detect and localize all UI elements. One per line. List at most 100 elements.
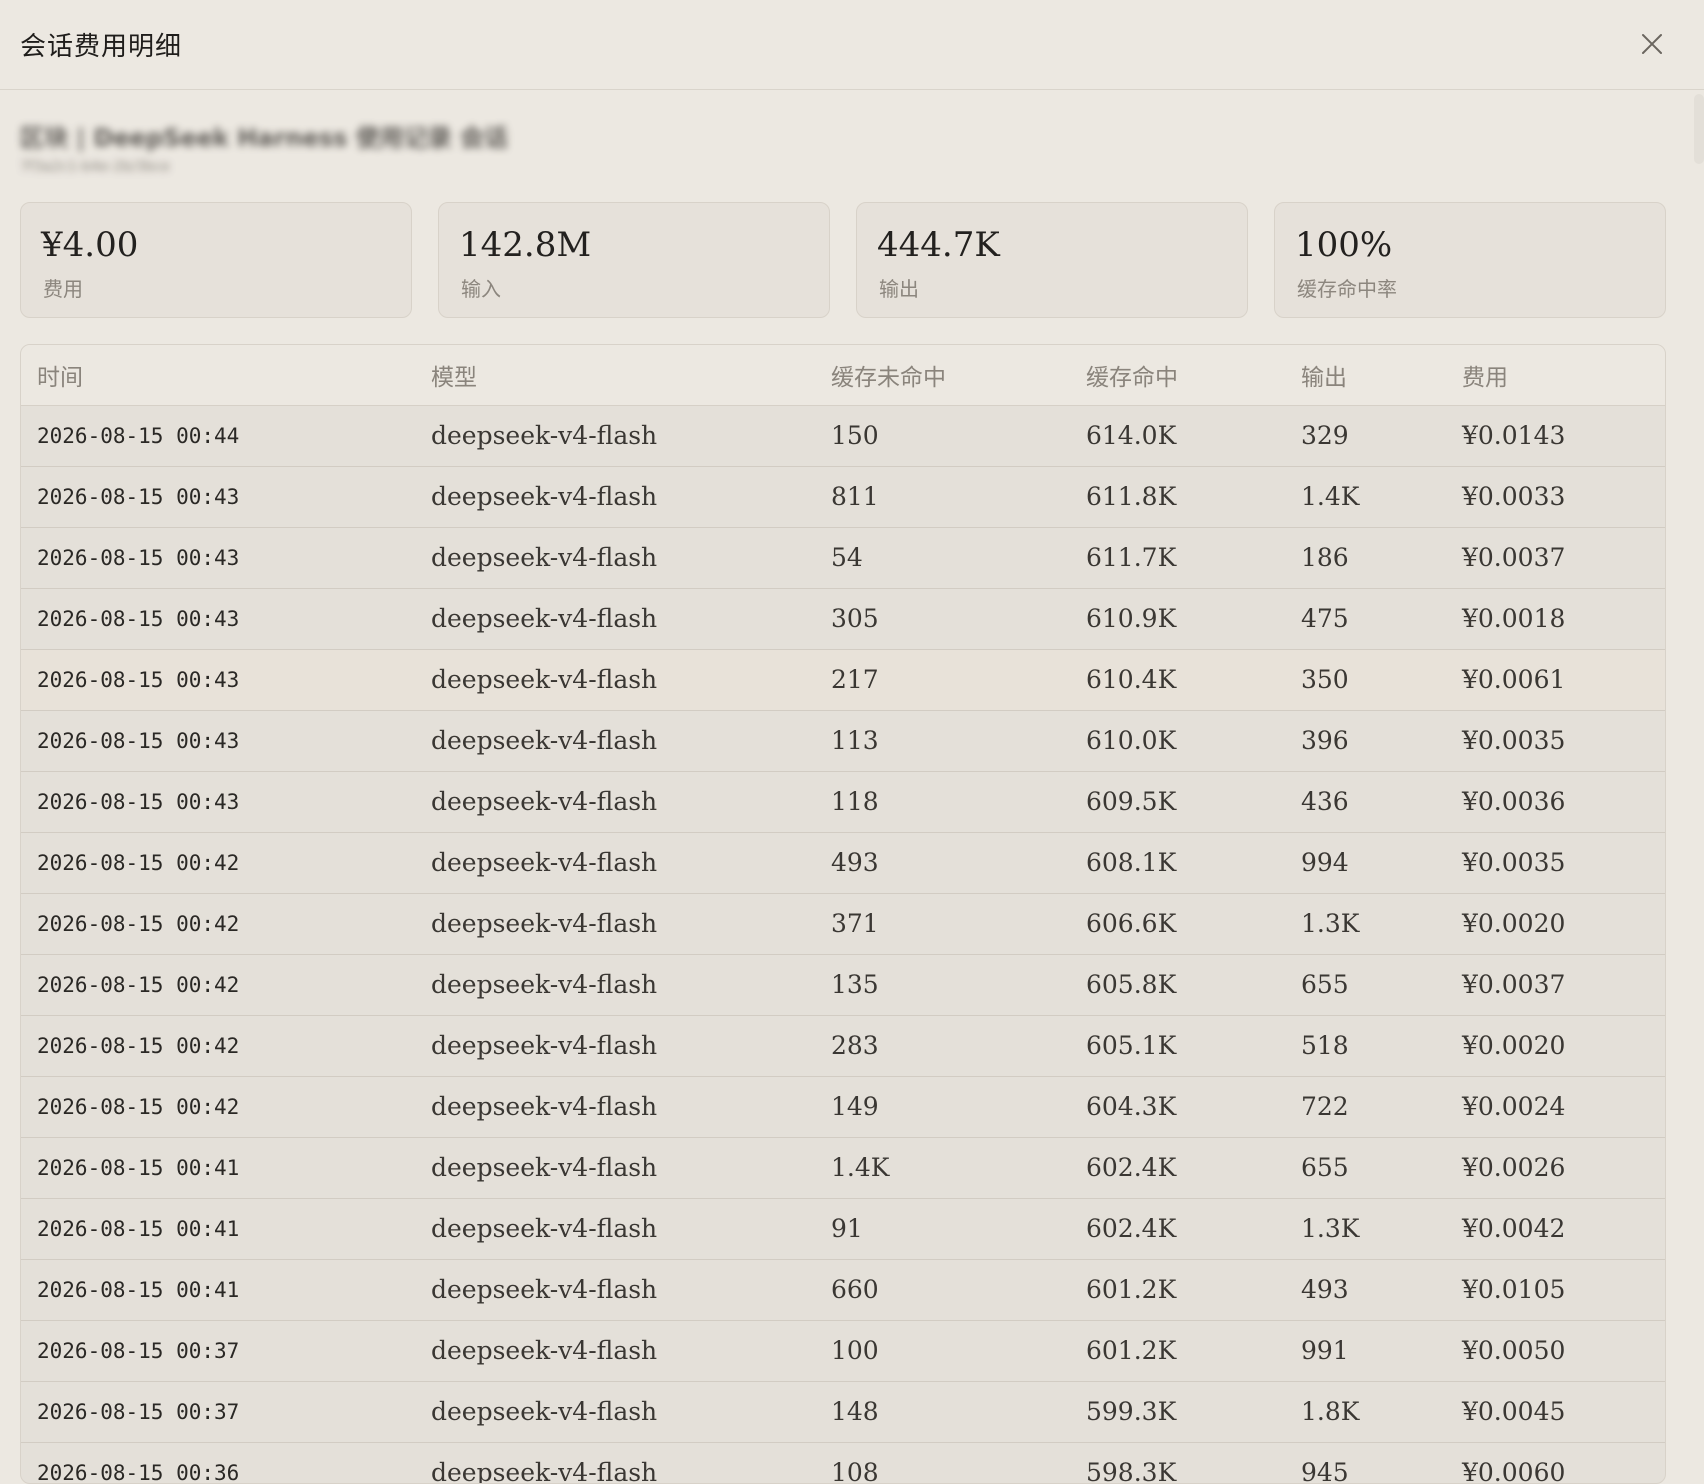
cell-cost: ¥0.0050 <box>1462 1320 1665 1382</box>
cell-model: deepseek-v4-flash <box>431 954 831 1016</box>
cell-cache-miss: 54 <box>831 527 1086 589</box>
cell-model: deepseek-v4-flash <box>431 710 831 772</box>
cell-time: 2026-08-15 00:42 <box>21 832 431 894</box>
table-row: 2026-08-15 00:42 deepseek-v4-flash 283 605.… <box>21 1015 1665 1077</box>
cell-output: 1.4K <box>1301 466 1462 528</box>
cell-cost: ¥0.0036 <box>1462 771 1665 833</box>
cell-cache-hit: 599.3K <box>1086 1381 1301 1443</box>
cell-time: 2026-08-15 00:43 <box>21 710 431 772</box>
cell-output: 655 <box>1301 954 1462 1016</box>
table-row: 2026-08-15 00:43 deepseek-v4-flash 54 611.7… <box>21 527 1665 589</box>
cell-output: 329 <box>1301 405 1462 467</box>
cell-model: deepseek-v4-flash <box>431 1076 831 1138</box>
cell-time: 2026-08-15 00:43 <box>21 771 431 833</box>
cell-cache-miss: 1.4K <box>831 1137 1086 1199</box>
dialog-header: 会话费用明细 <box>0 0 1704 90</box>
cell-cache-hit: 609.5K <box>1086 771 1301 833</box>
cell-time: 2026-08-15 00:41 <box>21 1259 431 1321</box>
cell-model: deepseek-v4-flash <box>431 1137 831 1199</box>
cell-cache-miss: 100 <box>831 1320 1086 1382</box>
cell-cache-hit: 598.3K <box>1086 1442 1301 1483</box>
cell-cost: ¥0.0026 <box>1462 1137 1665 1199</box>
column-header-cache-miss: 缓存未命中 <box>831 345 1086 406</box>
table-row: 2026-08-15 00:44 deepseek-v4-flash 150 614.… <box>21 405 1665 467</box>
cell-output: 1.8K <box>1301 1381 1462 1443</box>
cell-cache-hit: 611.8K <box>1086 466 1301 528</box>
cell-cost: ¥0.0060 <box>1462 1442 1665 1483</box>
session-subtitle: 7f3a2c1-b4e-2b/3bce <box>20 159 170 175</box>
cell-cache-hit: 610.4K <box>1086 649 1301 711</box>
cell-cost: ¥0.0042 <box>1462 1198 1665 1260</box>
table-row: 2026-08-15 00:36 deepseek-v4-flash 108 598.… <box>21 1442 1665 1483</box>
table-row: 2026-08-15 00:41 deepseek-v4-flash 660 601.… <box>21 1259 1665 1321</box>
stat-value: ¥4.00 <box>41 225 139 265</box>
table-header-row: 时间 模型 缓存未命中 缓存命中 输出 费用 <box>21 345 1665 406</box>
cell-time: 2026-08-15 00:43 <box>21 588 431 650</box>
session-info: 区块 | DeepSeek Harness 使用记录 会话 7f3a2c1-b4… <box>20 118 508 175</box>
cell-output: 436 <box>1301 771 1462 833</box>
table-row: 2026-08-15 00:42 deepseek-v4-flash 135 605.… <box>21 954 1665 1016</box>
table-row: 2026-08-15 00:42 deepseek-v4-flash 371 606.… <box>21 893 1665 955</box>
cell-cost: ¥0.0105 <box>1462 1259 1665 1321</box>
stat-value: 142.8M <box>459 225 592 265</box>
cell-cache-miss: 150 <box>831 405 1086 467</box>
cell-model: deepseek-v4-flash <box>431 1381 831 1443</box>
usage-table: 时间 模型 缓存未命中 缓存命中 输出 费用 2026-08-15 00:44 d… <box>21 345 1665 1483</box>
cell-cache-hit: 610.0K <box>1086 710 1301 772</box>
cell-time: 2026-08-15 00:43 <box>21 466 431 528</box>
cell-cost: ¥0.0143 <box>1462 405 1665 467</box>
cell-cache-hit: 608.1K <box>1086 832 1301 894</box>
cell-model: deepseek-v4-flash <box>431 1198 831 1260</box>
stat-label: 缓存命中率 <box>1297 277 1397 301</box>
cell-cost: ¥0.0035 <box>1462 832 1665 894</box>
close-icon[interactable] <box>1636 28 1668 60</box>
cell-model: deepseek-v4-flash <box>431 527 831 589</box>
column-header-model: 模型 <box>431 345 831 406</box>
cell-time: 2026-08-15 00:43 <box>21 527 431 589</box>
cell-cost: ¥0.0061 <box>1462 649 1665 711</box>
cell-time: 2026-08-15 00:41 <box>21 1137 431 1199</box>
table-row: 2026-08-15 00:42 deepseek-v4-flash 149 604.… <box>21 1076 1665 1138</box>
stat-label: 费用 <box>43 277 83 301</box>
cell-output: 186 <box>1301 527 1462 589</box>
cell-time: 2026-08-15 00:42 <box>21 1015 431 1077</box>
table-row: 2026-08-15 00:43 deepseek-v4-flash 113 610.… <box>21 710 1665 772</box>
table-row: 2026-08-15 00:37 deepseek-v4-flash 148 599.… <box>21 1381 1665 1443</box>
cell-cost: ¥0.0035 <box>1462 710 1665 772</box>
cell-model: deepseek-v4-flash <box>431 893 831 955</box>
cell-output: 945 <box>1301 1442 1462 1483</box>
cell-cache-miss: 371 <box>831 893 1086 955</box>
cell-cache-hit: 605.8K <box>1086 954 1301 1016</box>
cell-time: 2026-08-15 00:42 <box>21 954 431 1016</box>
cell-cache-hit: 602.4K <box>1086 1137 1301 1199</box>
table-row: 2026-08-15 00:43 deepseek-v4-flash 811 611.… <box>21 466 1665 528</box>
stat-value: 444.7K <box>877 225 1000 265</box>
stat-label: 输出 <box>879 277 919 301</box>
cell-output: 1.3K <box>1301 1198 1462 1260</box>
cell-cache-miss: 493 <box>831 832 1086 894</box>
cell-cache-miss: 660 <box>831 1259 1086 1321</box>
cell-time: 2026-08-15 00:41 <box>21 1198 431 1260</box>
scrollbar-thumb[interactable] <box>1694 94 1704 164</box>
session-title: 区块 | DeepSeek Harness 使用记录 会话 <box>20 124 509 152</box>
cell-model: deepseek-v4-flash <box>431 1320 831 1382</box>
cell-output: 475 <box>1301 588 1462 650</box>
cell-output: 493 <box>1301 1259 1462 1321</box>
cell-cost: ¥0.0024 <box>1462 1076 1665 1138</box>
cell-cache-miss: 148 <box>831 1381 1086 1443</box>
cell-cache-hit: 614.0K <box>1086 405 1301 467</box>
cell-cache-miss: 217 <box>831 649 1086 711</box>
dialog-title: 会话费用明细 <box>20 32 183 62</box>
cell-cost: ¥0.0020 <box>1462 893 1665 955</box>
stat-label: 输入 <box>461 277 501 301</box>
cell-time: 2026-08-15 00:36 <box>21 1442 431 1483</box>
stat-value: 100% <box>1295 225 1393 265</box>
stat-card-input: 142.8M 输入 <box>438 202 830 318</box>
cell-cache-miss: 118 <box>831 771 1086 833</box>
cell-time: 2026-08-15 00:42 <box>21 1076 431 1138</box>
cell-output: 350 <box>1301 649 1462 711</box>
cell-cache-miss: 149 <box>831 1076 1086 1138</box>
cell-cost: ¥0.0033 <box>1462 466 1665 528</box>
table-row: 2026-08-15 00:42 deepseek-v4-flash 493 608.… <box>21 832 1665 894</box>
cell-output: 991 <box>1301 1320 1462 1382</box>
